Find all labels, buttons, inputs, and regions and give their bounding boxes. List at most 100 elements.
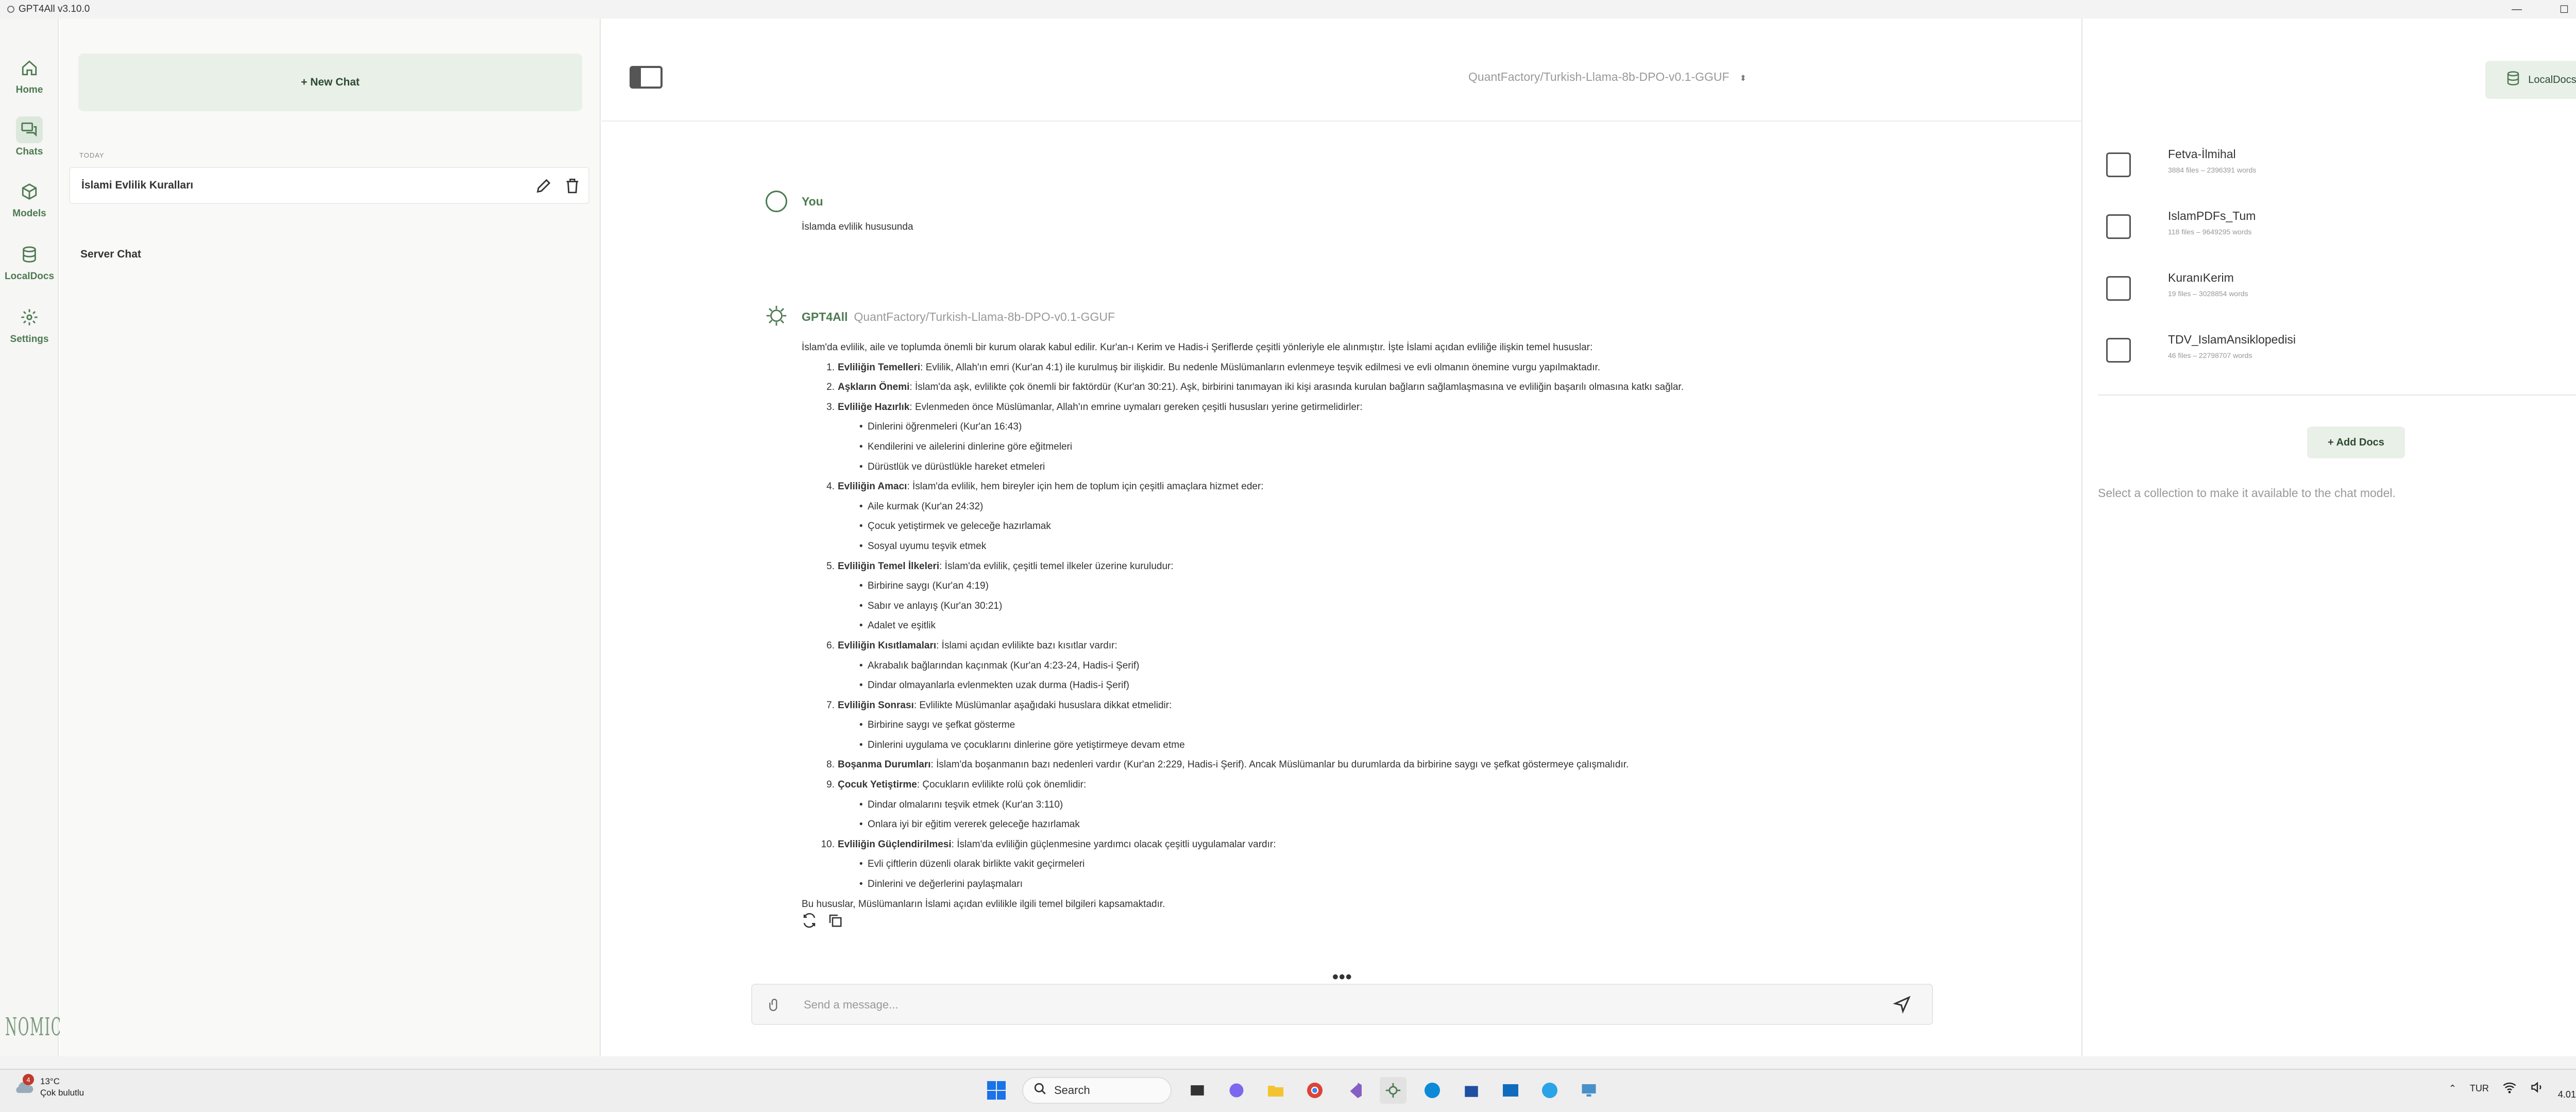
answer-point-text: : İslam'da aşk, evlilikte çok önemli bir…: [909, 382, 1684, 393]
messenger-icon[interactable]: [1536, 1077, 1563, 1104]
collection-name: IslamPDFs_Tum: [2168, 209, 2256, 223]
nav-home[interactable]: Home: [0, 55, 59, 96]
file-explorer-icon[interactable]: [1262, 1077, 1289, 1104]
answer-bullet: Birbirine saygı (Kur'an 4:19): [802, 576, 2038, 596]
database-icon: [16, 241, 43, 268]
wifi-icon[interactable]: [2502, 1080, 2517, 1097]
nav-localdocs[interactable]: LocalDocs: [0, 241, 59, 282]
chrome-icon[interactable]: [1301, 1077, 1328, 1104]
answer-bullet: Dürüstlük ve dürüstlükle hareket etmeler…: [802, 457, 2038, 477]
answer-point-title: Evliliğin Sonrası: [838, 699, 914, 711]
answer-point: 8. Boşanma Durumları: İslam'da boşanmanın…: [802, 755, 2038, 775]
answer-point-number: 3.: [826, 401, 835, 413]
answer-point-number: 6.: [826, 640, 835, 651]
nav-models[interactable]: Models: [0, 178, 59, 219]
answer-bullet: Dindar olmalarını teşvik etmek (Kur'an 3…: [802, 795, 2038, 815]
collection-item[interactable]: KuranıKerim 19 files – 3028854 words: [2106, 271, 2570, 322]
assistant-name: GPT4All QuantFactory/Turkish-Llama-8b-DPO…: [802, 310, 1115, 324]
answer-point-number: 7.: [826, 699, 835, 711]
collection-checkbox[interactable]: [2106, 214, 2131, 239]
minimize-button[interactable]: —: [2493, 0, 2540, 19]
message-input-box: [751, 984, 1933, 1025]
collection-stats: 46 files – 22798707 words: [2168, 351, 2252, 360]
edge-icon[interactable]: [1419, 1077, 1446, 1104]
cloud-icon: 4: [12, 1074, 35, 1099]
sidebar-toggle-icon[interactable]: [630, 66, 663, 89]
regenerate-icon[interactable]: [802, 913, 817, 931]
nomic-brand-logo: NOMIC: [5, 1013, 62, 1041]
remote-desktop-icon[interactable]: [1575, 1077, 1602, 1104]
copy-icon[interactable]: [827, 913, 843, 931]
chats-icon: [16, 116, 43, 143]
message-input[interactable]: [804, 993, 1834, 1017]
copilot-icon[interactable]: [1223, 1077, 1250, 1104]
answer-point-title: Evliliğe Hazırlık: [838, 401, 910, 413]
answer-point-text: : Çocukların evlilikte rolü çok önemlidi…: [917, 779, 1087, 791]
nav-settings[interactable]: Settings: [0, 304, 59, 345]
answer-point-title: Boşanma Durumları: [838, 759, 931, 771]
answer-bullet: Adalet ve eşitlik: [802, 616, 2038, 636]
answer-point-text: : Evlilikte Müslümanlar aşağıdaki hususl…: [913, 699, 1172, 711]
assistant-model: QuantFactory/Turkish-Llama-8b-DPO-v0.1-G…: [854, 310, 1115, 323]
answer-point-text: : Evlenmeden önce Müslümanlar, Allah'ın …: [909, 401, 1363, 413]
model-selector[interactable]: QuantFactory/Turkish-Llama-8b-DPO-v0.1-G…: [1468, 70, 1747, 84]
answer-point-title: Çocuk Yetiştirme: [838, 779, 917, 791]
collection-checkbox[interactable]: [2106, 338, 2131, 363]
nav-models-label: Models: [12, 208, 46, 219]
answer-point: 6. Evliliğin Kısıtlamaları: İslami açıdan…: [802, 636, 2038, 656]
updown-chevron-icon: ⬍: [1739, 74, 1747, 83]
assistant-label: GPT4All: [802, 310, 848, 323]
windows-taskbar: 4 13°C Çok bulutlu Search ⌃ TUR 4.01: [0, 1069, 2576, 1112]
app-logo-icon: [7, 6, 14, 13]
answer-bullet: Dindar olmayanlarla evlenmekten uzak dur…: [802, 676, 2038, 696]
answer-point: 10. Evliliğin Güçlendirilmesi: İslam'da e…: [802, 835, 2038, 855]
maximize-button[interactable]: ☐: [2540, 0, 2576, 19]
answer-bullet: Sabır ve anlayış (Kur'an 30:21): [802, 596, 2038, 617]
answer-point: 4. Evliliğin Amacı: İslam'da evlilik, hem…: [802, 477, 2038, 497]
answer-point: 1. Evliliğin Temelleri: Evlilik, Allah'ın…: [802, 358, 2038, 378]
weather-desc: Çok bulutlu: [40, 1088, 84, 1098]
collection-item[interactable]: Fetva-İlmihal 3884 files – 2396391 words: [2106, 147, 2570, 199]
chevron-up-icon[interactable]: ⌃: [2449, 1083, 2456, 1094]
window-title: GPT4All v3.10.0: [19, 4, 90, 14]
weather-widget[interactable]: 4 13°C Çok bulutlu: [12, 1074, 84, 1099]
chat-item-title: İslami Evlilik Kuralları: [81, 179, 194, 191]
outlook-icon[interactable]: [1497, 1077, 1524, 1104]
answer-bullet: Çocuk yetiştirmek ve geleceğe hazırlamak: [802, 517, 2038, 537]
windows-start-icon[interactable]: [983, 1077, 1010, 1104]
nav-chats[interactable]: Chats: [0, 116, 59, 158]
answer-bullet: Onlara iyi bir eğitim vererek geleceğe h…: [802, 815, 2038, 835]
clock[interactable]: 21:36 4.01.2026: [2558, 1076, 2576, 1101]
input-language[interactable]: TUR: [2470, 1083, 2489, 1094]
new-chat-button[interactable]: + New Chat: [78, 54, 582, 111]
chat-item-selected[interactable]: İslami Evlilik Kuralları: [69, 167, 589, 204]
add-docs-button[interactable]: + Add Docs: [2307, 426, 2405, 458]
collection-item[interactable]: IslamPDFs_Tum 118 files – 9649295 words: [2106, 209, 2570, 261]
nav-settings-label: Settings: [10, 334, 49, 345]
attach-paperclip-icon[interactable]: [768, 996, 781, 1017]
collection-checkbox[interactable]: [2106, 152, 2131, 177]
edit-pencil-icon[interactable]: [535, 177, 552, 198]
answer-point-title: Evliliğin Kısıtlamaları: [838, 640, 937, 651]
task-view-icon[interactable]: [1184, 1077, 1211, 1104]
answer-point-number: 8.: [826, 759, 835, 771]
system-tray: ⌃ TUR 21:36 4.01.2026: [2449, 1076, 2576, 1101]
localdocs-button[interactable]: LocalDocs: [2485, 61, 2576, 99]
chat-list-panel: + New Chat TODAY İslami Evlilik Kurallar…: [60, 19, 601, 1056]
gpt4all-taskbar-icon[interactable]: [1380, 1077, 1406, 1104]
answer-bullet: Birbirine saygı ve şefkat gösterme: [802, 715, 2038, 735]
chat-item-server-chat[interactable]: Server Chat: [80, 248, 141, 261]
visual-studio-icon[interactable]: [1341, 1077, 1367, 1104]
answer-point-text: : İslam'da boşanmanın bazı nedenleri var…: [930, 759, 1629, 771]
collection-item[interactable]: TDV_IslamAnsiklopedisi 46 files – 227987…: [2106, 333, 2570, 384]
volume-icon[interactable]: [2530, 1080, 2545, 1097]
chat-topbar: QuantFactory/Turkish-Llama-8b-DPO-v0.1-G…: [602, 19, 2081, 122]
store-icon[interactable]: [1458, 1077, 1485, 1104]
collection-checkbox[interactable]: [2106, 276, 2131, 301]
nav-home-label: Home: [15, 84, 43, 95]
answer-point: 9. Çocuk Yetiştirme: Çocukların evlilikte…: [802, 775, 2038, 795]
send-icon[interactable]: [1892, 995, 1911, 1016]
answer-point-number: 5.: [826, 560, 835, 572]
taskbar-search[interactable]: Search: [1022, 1077, 1172, 1104]
trash-icon[interactable]: [564, 177, 581, 198]
